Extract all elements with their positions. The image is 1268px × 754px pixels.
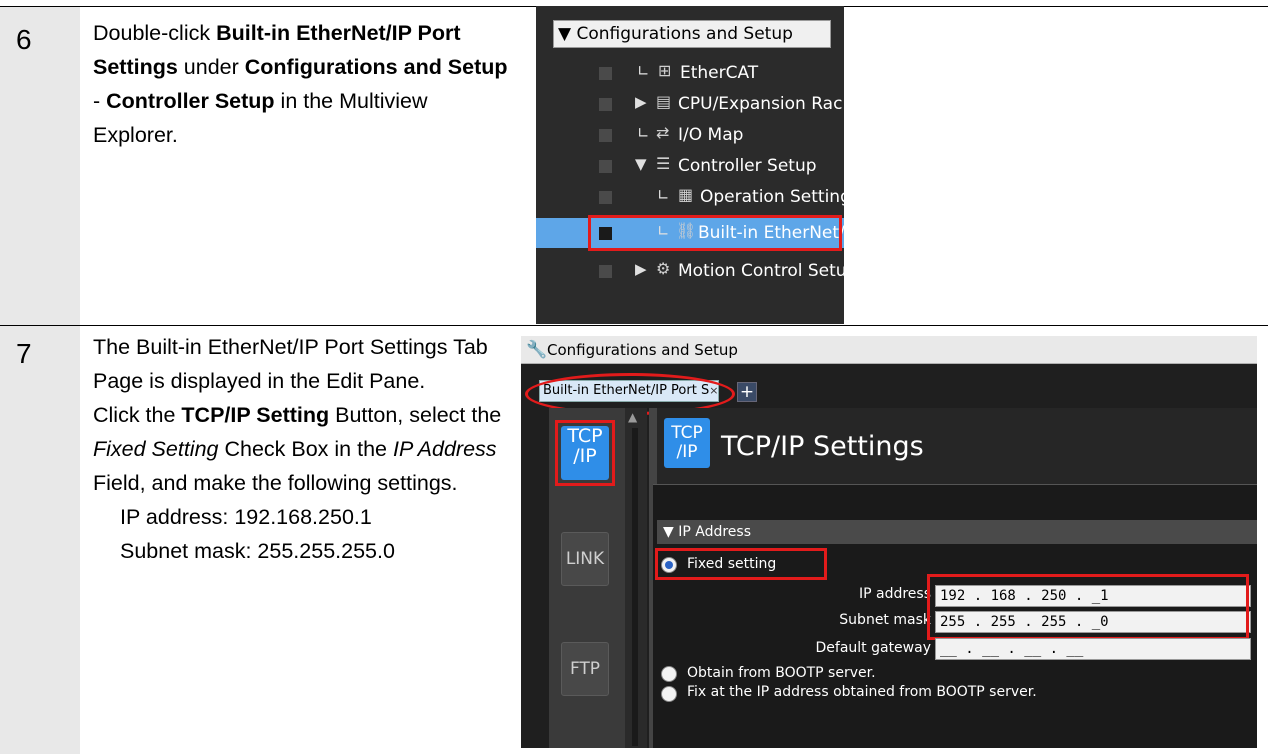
- expand-triangle-icon: ▶: [635, 260, 647, 278]
- window-titlebar: 🔧 Configurations and Setup: [521, 336, 1257, 364]
- tree-marker: [599, 160, 612, 173]
- tree-item-ethercat[interactable]: ∟ ⊞ EtherCAT: [536, 58, 844, 88]
- italic-text: Fixed Setting: [93, 437, 219, 461]
- step-number-cell: [0, 326, 80, 754]
- scroll-up-icon[interactable]: ▲: [628, 410, 637, 424]
- tree-item-motion-control-setup[interactable]: ▶ ⚙ Motion Control Setup: [536, 256, 844, 286]
- add-tab-button[interactable]: +: [737, 382, 757, 402]
- text: -: [93, 89, 107, 113]
- ip-address-section-header[interactable]: ▼ IP Address: [657, 520, 1257, 544]
- highlight-box: [588, 215, 842, 251]
- button-label: FTP: [569, 659, 601, 679]
- scroll-track[interactable]: [632, 428, 638, 746]
- text: Click the: [93, 403, 182, 427]
- io-map-icon: ⇄: [656, 123, 670, 142]
- icon-label: TCP: [671, 423, 703, 443]
- tree-item-cpu-expansion-racks[interactable]: ▶ ▤ CPU/Expansion Racks: [536, 89, 844, 119]
- text: Check Box in the: [218, 437, 393, 461]
- tree-item-label: CPU/Expansion Racks: [678, 94, 844, 114]
- tree-marker: [599, 98, 612, 111]
- settings-side-pane: TCP /IP LINK FTP: [549, 408, 625, 748]
- step-description: Double-click Built-in EtherNet/IP Port S…: [93, 16, 513, 152]
- cpu-rack-icon: ▤: [656, 92, 672, 111]
- tree-item-label: Operation Settings: [700, 187, 844, 207]
- text: Button, select the: [329, 403, 502, 427]
- tree-item-io-map[interactable]: ∟ ⇄ I/O Map: [536, 120, 844, 150]
- collapse-triangle-icon: ▼: [663, 524, 674, 540]
- motion-control-icon: ⚙: [656, 259, 671, 278]
- tree-marker: [599, 67, 612, 80]
- description-line: The Built-in EtherNet/IP Port Settings T…: [93, 335, 488, 393]
- default-gateway-field[interactable]: __ . __ . __ . __: [935, 638, 1251, 660]
- section-title: IP Address: [678, 524, 752, 540]
- bold-text: TCP/IP Setting: [181, 403, 330, 427]
- default-gateway-label: Default gateway: [815, 640, 932, 656]
- controller-setup-icon: ☰: [656, 154, 671, 173]
- tree-header-label: Configurations and Setup: [576, 24, 793, 44]
- tree-branch-icon: ∟: [637, 124, 650, 142]
- bold-text: Controller Setup: [106, 89, 275, 113]
- step-description: The Built-in EtherNet/IP Port Settings T…: [93, 330, 503, 568]
- text: under: [177, 55, 245, 79]
- tree-item-operation-settings[interactable]: ∟ ▦ Operation Settings: [536, 182, 844, 212]
- icon-label: /IP: [676, 442, 698, 462]
- tcpip-settings-screenshot: 🔧 Configurations and Setup Built-in Ethe…: [521, 336, 1257, 748]
- highlight-box: [655, 548, 827, 580]
- subnet-mask-label: Subnet mask: [839, 612, 931, 628]
- ethercat-icon: ⊞: [658, 61, 672, 80]
- ip-address-label: IP address: [858, 586, 931, 602]
- tree-marker: [599, 129, 612, 142]
- bootp-label: Obtain from BOOTP server.: [687, 665, 876, 681]
- link-setting-button[interactable]: LINK: [561, 532, 609, 586]
- text: Field, and make the following settings.: [93, 471, 458, 495]
- expand-triangle-icon: ▶: [635, 93, 647, 111]
- fix-bootp-radio[interactable]: [661, 686, 677, 702]
- button-label: LINK: [565, 549, 605, 569]
- italic-text: IP Address: [392, 437, 497, 461]
- tree-branch-icon: ∟: [637, 62, 650, 80]
- window-title: Configurations and Setup: [547, 341, 738, 359]
- text: Double-click: [93, 21, 217, 45]
- wrench-icon: 🔧: [526, 340, 548, 360]
- description-line: Click the TCP/IP Setting Button, select …: [93, 398, 503, 500]
- highlight-box: [555, 420, 615, 486]
- tree-item-label: Controller Setup: [678, 156, 817, 176]
- bootp-radio[interactable]: [661, 666, 677, 682]
- highlight-box: [927, 574, 1249, 640]
- bold-text: Configurations and Setup: [244, 55, 508, 79]
- collapse-triangle-icon: ▼: [635, 155, 647, 173]
- tree-item-controller-setup[interactable]: ▼ ☰ Controller Setup: [536, 151, 844, 181]
- setting-subnet-mask: Subnet mask: 255.255.255.0: [120, 539, 395, 563]
- tree-item-label: I/O Map: [678, 125, 744, 145]
- tree-item-label: EtherCAT: [680, 63, 759, 83]
- ftp-setting-button[interactable]: FTP: [561, 642, 609, 696]
- step-number: 6: [16, 24, 32, 55]
- tree-item-label: Motion Control Setup: [678, 261, 844, 281]
- fix-bootp-label: Fix at the IP address obtained from BOOT…: [687, 684, 1037, 700]
- step-number-cell: [0, 7, 80, 325]
- tcpip-header-icon: TCP /IP: [664, 418, 710, 468]
- tree-marker: [599, 191, 612, 204]
- tree-marker: [599, 265, 612, 278]
- collapse-triangle-icon: ▼: [558, 24, 572, 44]
- operation-settings-icon: ▦: [678, 185, 694, 204]
- setting-ip-address: IP address: 192.168.250.1: [120, 505, 372, 529]
- configurations-and-setup-header[interactable]: ▼ Configurations and Setup: [553, 20, 831, 48]
- table-row-divider: [0, 325, 1268, 326]
- step-number: 7: [16, 338, 32, 369]
- multiview-explorer-screenshot: ▼ Configurations and Setup ∟ ⊞ EtherCAT …: [536, 6, 844, 324]
- tree-branch-icon: ∟: [657, 186, 670, 204]
- page-title: TCP/IP Settings: [721, 431, 924, 462]
